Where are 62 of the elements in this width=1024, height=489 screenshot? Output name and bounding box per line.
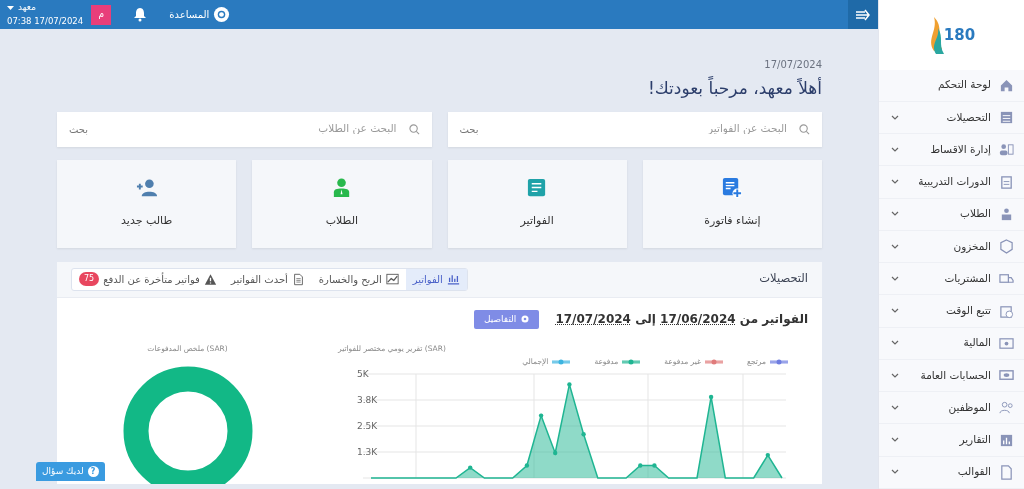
user-name[interactable]: معهد (18, 1, 37, 15)
search-field[interactable]: البحث عن الفواتير بحث (447, 111, 822, 147)
question-icon: ? (87, 465, 99, 477)
sidebar-item[interactable]: التحصيلات (879, 101, 1024, 135)
tick-label: 3.8K (357, 394, 378, 405)
help-link[interactable]: المساعدة (169, 7, 210, 22)
warning-icon (203, 272, 217, 286)
count-badge: 75 (79, 272, 100, 286)
quick-action-tile[interactable]: إنشاء فاتورة (642, 159, 822, 248)
sidebar-item[interactable]: الطلاب (879, 198, 1024, 231)
greeting-heading: أهلاً معهد، مرحباً بعودتك! (646, 76, 822, 101)
id-card-icon (999, 142, 1014, 158)
sidebar-item[interactable]: إدارة الاقساط (879, 134, 1024, 167)
money-icon (999, 335, 1014, 351)
tick-label: 1.3K (357, 446, 378, 457)
document-plus-icon (721, 177, 744, 200)
document-icon (999, 464, 1014, 480)
line-chart-icon (385, 272, 399, 286)
sidebar-toggle-button[interactable] (848, 0, 878, 29)
sidebar-item[interactable]: الموظفين (879, 392, 1024, 425)
logo-text: 180 (943, 24, 976, 46)
sidebar-item[interactable]: التقارير (879, 424, 1024, 457)
bar-chart-icon (446, 272, 460, 286)
search-field[interactable]: البحث عن الطلاب بحث (57, 111, 432, 147)
lifebuoy-icon (213, 6, 231, 23)
sidebar-item[interactable]: تتبع الوقت (879, 295, 1024, 328)
caret-icon[interactable] (7, 5, 14, 11)
box-icon (999, 239, 1014, 255)
sidebar-item[interactable]: المالية (879, 327, 1024, 360)
tab[interactable]: أحدث الفواتير (223, 268, 312, 290)
avatar[interactable]: م (91, 4, 112, 25)
sidebar-item[interactable]: المشتريات (879, 263, 1024, 296)
tab[interactable]: الفواتير (405, 268, 467, 290)
tick-label: 5K (357, 368, 369, 379)
calendar-clock-icon (999, 303, 1014, 319)
document-icon (291, 272, 305, 286)
home-icon (999, 77, 1014, 93)
sidebar-item[interactable]: المخزون (879, 230, 1024, 264)
sidebar-item[interactable]: الحسابات العامة (879, 359, 1024, 393)
list-icon (999, 110, 1014, 126)
quick-action-tile[interactable]: طالب جديد (57, 159, 237, 248)
bell-icon[interactable] (133, 7, 148, 22)
sidebar-item[interactable]: الدورات التدريبية (879, 166, 1024, 199)
tick-label: 2.5K (357, 420, 378, 431)
arrow-right-icon (855, 8, 871, 21)
date-text: 17/07/2024 (763, 58, 822, 72)
person-icon (999, 206, 1014, 222)
people-icon (999, 400, 1014, 416)
clipboard-icon (999, 174, 1014, 190)
search-icon (799, 123, 810, 135)
search-button[interactable]: بحث (69, 121, 89, 137)
quick-action-tile[interactable]: الطلاب (252, 159, 432, 248)
search-button[interactable]: بحث (459, 121, 479, 137)
quick-action-tile[interactable]: الفواتير (447, 159, 627, 248)
sidebar-item[interactable]: لوحة التحكم (879, 69, 1024, 102)
tab[interactable]: الربح والخسارة (311, 268, 406, 290)
sidebar-item[interactable]: القوالب (879, 456, 1024, 489)
card-title: التحصيلات (759, 270, 808, 288)
header-datetime: 07:38 17/07/2024 (7, 14, 84, 28)
search-icon (408, 123, 420, 135)
bar-chart-icon (999, 432, 1014, 448)
gear-icon (521, 315, 530, 324)
